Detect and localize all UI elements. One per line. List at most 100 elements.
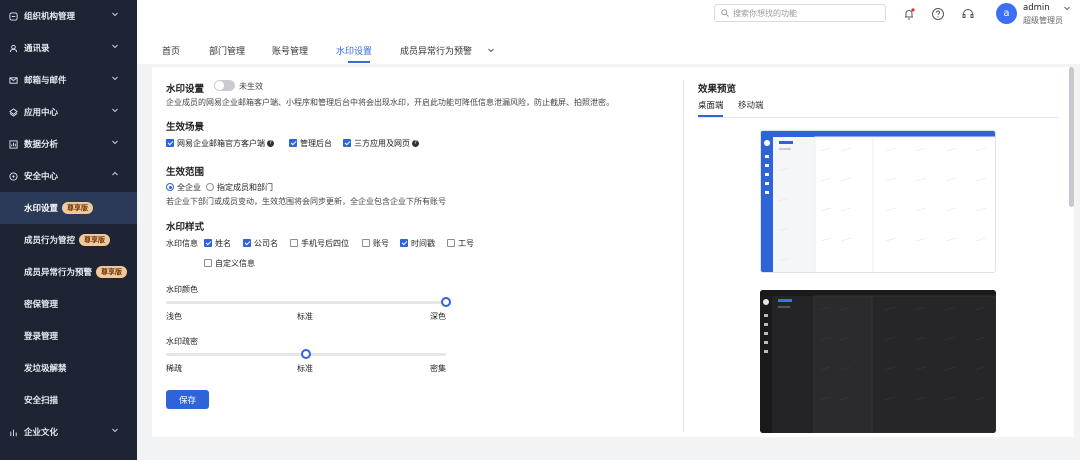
checkbox-label: 工号 [458,239,474,248]
chevron-down-icon [112,44,118,49]
checkbox-label: 管理后台 [300,139,332,148]
slider-tick: 标准 [297,312,313,321]
sidebar-group-org[interactable]: 组织机构管理 [0,0,137,32]
checkbox-label: 手机号后四位 [301,239,349,248]
help-icon[interactable]: ? [412,140,419,147]
checkbox-custom-info[interactable] [204,259,212,267]
status-text: 未生效 [239,82,263,91]
sidebar-group-label: 安全中心 [24,172,59,182]
tab-mobile[interactable]: 移动端 [738,99,764,111]
chevron-down-icon [112,76,118,81]
shield-icon [9,171,18,181]
tab-desktop[interactable]: 桌面端 [698,99,724,111]
dark-preview-image [760,290,996,433]
radio-specific-members[interactable] [206,183,214,191]
app-icon [9,107,18,117]
checkbox-label: 姓名 [215,239,231,248]
range-title: 生效范围 [166,167,205,178]
tab-department[interactable]: 部门管理 [209,44,245,57]
checkbox-account[interactable] [362,239,370,247]
help-icon[interactable] [931,7,945,21]
checkbox-label: 自定义信息 [215,259,255,268]
user-name[interactable]: admin [1023,3,1050,13]
search-icon [721,9,729,17]
slider-tick: 浅色 [166,312,182,321]
radio-label: 指定成员和部门 [217,183,273,192]
customer-service-icon[interactable] [961,7,975,21]
sidebar-group-contacts[interactable]: 通讯录 [0,32,137,64]
sidebar-item-label: 成员异常行为预警 [24,268,93,278]
sidebar-item-watermark[interactable]: 水印设置 尊享版 [0,192,137,224]
sidebar-item-login-manage[interactable]: 登录管理 [0,320,137,352]
sidebar-group-analytics[interactable]: 数据分析 [0,128,137,160]
sidebar-group-security[interactable]: 安全中心 [0,160,137,192]
chevron-down-icon[interactable] [1063,4,1071,12]
tab-abnormal-alert[interactable]: 成员异常行为预警 [400,44,472,57]
sidebar-item-abnormal-alert[interactable]: 成员异常行为预警 尊享版 [0,256,137,288]
scrollbar[interactable] [1069,67,1074,207]
watermark-description: 企业成员的网易企业邮箱客户端、小程序和管理后台中将会出现水印，开启此功能可降低信… [166,98,614,107]
checkbox-label: 网易企业邮箱官方客户端? [177,138,274,149]
chevron-down-icon [112,12,118,17]
color-slider-thumb[interactable] [441,297,451,307]
chevron-up-icon [112,171,118,176]
checkbox-admin[interactable] [289,139,297,147]
sidebar-group-culture[interactable]: 企业文化 [0,416,137,448]
sidebar-item-label: 水印设置 [24,204,59,214]
tab-watermark[interactable]: 水印设置 [336,44,372,57]
tab-home[interactable]: 首页 [162,44,180,57]
sidebar-group-label: 数据分析 [24,140,59,150]
checkbox-phone[interactable] [290,239,298,247]
mail-icon [9,76,18,84]
slider-tick: 稀疏 [166,364,182,373]
avatar[interactable]: a [996,3,1017,24]
chevron-down-icon[interactable] [487,46,495,54]
sidebar-item-security-scan[interactable]: 安全扫描 [0,384,137,416]
checkbox-name[interactable] [204,239,212,247]
sidebar-item-secret-protect[interactable]: 密保管理 [0,288,137,320]
notification-icon[interactable] [902,7,916,21]
info-label: 水印信息 [166,239,198,248]
style-title: 水印样式 [166,222,205,233]
org-icon [9,11,18,21]
range-note: 若企业下部门或成员变动，生效范围将会同步更新，全企业包含企业下所有账号 [166,197,446,206]
radio-all-company[interactable] [166,183,174,191]
help-icon[interactable]: ? [267,140,274,147]
scene-title: 生效场景 [166,122,205,133]
tab-account[interactable]: 账号管理 [272,44,308,57]
light-preview-graphic [761,131,995,272]
radio-label: 全企业 [177,183,201,192]
checkbox-timestamp[interactable] [400,239,408,247]
premium-badge: 尊享版 [62,202,94,214]
density-slider-thumb[interactable] [301,349,311,359]
sidebar: 组织机构管理 通讯录 邮箱与邮件 应用中心 数据分析 安全中心 水印设置 尊享版… [0,0,137,460]
chevron-down-icon [112,428,118,433]
checkbox-company[interactable] [243,239,251,247]
active-tab-indicator [348,61,370,63]
save-button[interactable]: 保存 [166,390,209,409]
slider-tick: 密集 [430,364,446,373]
sidebar-item-label: 安全扫描 [24,396,59,406]
checkbox-label: 账号 [373,239,389,248]
watermark-toggle[interactable] [214,80,235,91]
color-slider-track[interactable] [166,301,446,304]
checkbox-employee-id[interactable] [447,239,455,247]
sidebar-group-apps[interactable]: 应用中心 [0,96,137,128]
preview-tab-line [698,117,1059,118]
slider-tick: 标准 [297,364,313,373]
sidebar-item-label: 发垃圾解禁 [24,364,67,374]
chevron-down-icon [112,140,118,145]
checkbox-client[interactable] [166,139,174,147]
sidebar-item-behavior-control[interactable]: 成员行为管控 尊享版 [0,224,137,256]
sidebar-group-label: 应用中心 [24,108,59,118]
sidebar-group-mail[interactable]: 邮箱与邮件 [0,64,137,96]
search-input[interactable]: 搜索你想找的功能 [714,4,886,22]
sidebar-item-spam-unblock[interactable]: 发垃圾解禁 [0,352,137,384]
sidebar-group-label: 企业文化 [24,428,59,438]
checkbox-label: 时间戳 [411,239,435,248]
light-preview-image [760,130,996,273]
culture-icon [10,429,17,436]
sidebar-group-label: 通讯录 [24,44,50,54]
chart-icon [9,139,18,149]
checkbox-third-party[interactable] [343,139,351,147]
